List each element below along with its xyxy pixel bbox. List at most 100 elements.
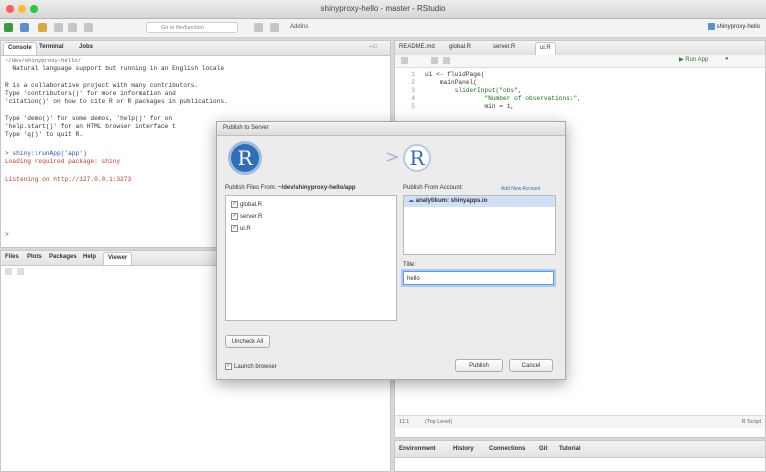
line-number: 5 [411, 103, 415, 110]
account-item[interactable]: ☁ analytikum: shinyapps.io [404, 196, 555, 207]
console-line: Type 'contributors()' for more informati… [5, 90, 176, 97]
code-line: ui <- fluidPage( [425, 71, 485, 78]
title-label: Title: [403, 262, 416, 268]
back-icon[interactable] [401, 57, 408, 64]
tab-console[interactable]: Console [3, 42, 37, 55]
tab-server-r[interactable]: server.R [493, 44, 515, 50]
checkbox-icon[interactable]: ✓ [231, 213, 238, 220]
tab-help[interactable]: Help [83, 254, 96, 260]
tab-connections[interactable]: Connections [489, 446, 525, 452]
project-menu[interactable]: shinyproxy-hello [707, 23, 760, 31]
file-item-ui[interactable]: ✓ ui.R [231, 225, 251, 232]
uncheck-all-button[interactable]: Uncheck All [225, 335, 270, 348]
run-app-label: Run App [685, 57, 709, 63]
tab-jobs[interactable]: Jobs [79, 44, 93, 50]
file-type[interactable]: R Script [741, 416, 761, 428]
console-prompt[interactable]: > [5, 231, 9, 238]
launch-browser-option[interactable]: ✓ Launch browser [225, 363, 277, 370]
tab-ui-r[interactable]: ui.R [535, 42, 556, 55]
file-item-server[interactable]: ✓ server.R [231, 213, 262, 220]
save-all-icon[interactable] [68, 23, 77, 32]
save-icon[interactable] [54, 23, 63, 32]
scope-indicator[interactable]: (Top Level) [425, 416, 452, 428]
console-path: ~/dev/shinyproxy-hello/ [5, 57, 81, 64]
save-file-icon[interactable] [431, 57, 438, 64]
console-command: > shiny::runApp('app') [5, 150, 87, 157]
addins-menu[interactable]: Addins [290, 23, 308, 32]
console-line: 'help.start()' for an HTML browser inter… [5, 123, 176, 130]
editor-statusbar: 11:1 (Top Level) R Script [395, 415, 765, 428]
environment-tabbar: Environment History Connections Git Tuto… [395, 441, 765, 458]
tab-files[interactable]: Files [5, 254, 19, 260]
git-icon[interactable] [254, 23, 263, 32]
title-bar: shinyproxy-hello - master - RStudio [0, 0, 766, 19]
console-listening: Listening on http://127.0.0.1:3273 [5, 176, 132, 183]
find-icon[interactable] [443, 57, 450, 64]
dialog-title: Publish to Server [217, 122, 565, 136]
cancel-button[interactable]: Cancel [509, 359, 553, 372]
grid-icon[interactable] [270, 23, 279, 32]
tab-readme[interactable]: README.md [399, 44, 435, 50]
tab-viewer[interactable]: Viewer [103, 252, 133, 265]
console-line: Natural language support but running in … [5, 65, 225, 72]
tab-plots[interactable]: Plots [27, 254, 42, 260]
publish-icon[interactable]: ● [725, 56, 729, 62]
server-r-logo-icon: R [403, 144, 431, 172]
publish-dialog: Publish to Server R R Publish Files From… [216, 121, 566, 380]
launch-browser-label: Launch browser [234, 364, 277, 371]
files-from-label: Publish Files From: [225, 185, 277, 191]
viewer-broom-icon[interactable] [17, 268, 24, 275]
code-line: min = 1, [425, 103, 515, 110]
tab-terminal[interactable]: Terminal [39, 44, 64, 50]
console-loading: Loading required package: shiny [5, 158, 121, 165]
maximize-pane-icon[interactable]: ─□ [369, 44, 377, 50]
file-item-global[interactable]: ✓ global.R [231, 201, 262, 208]
new-file-icon[interactable] [4, 23, 13, 32]
files-path: ~/dev/shinyproxy-hello/app [278, 185, 356, 191]
r-logo-icon: R [231, 144, 259, 172]
new-project-icon[interactable] [20, 23, 29, 32]
console-line: Type 'demo()' for some demos, 'help()' f… [5, 115, 173, 122]
window-title: shinyproxy-hello - master - RStudio [320, 4, 446, 13]
checkbox-icon[interactable]: ✓ [231, 225, 238, 232]
code-line: mainPanel( [425, 79, 477, 86]
account-label: Publish From Account: [403, 185, 464, 191]
title-input[interactable]: hello [403, 271, 554, 285]
run-app-button[interactable]: ▶ Run App [679, 56, 708, 63]
environment-pane: Environment History Connections Git Tuto… [394, 440, 766, 472]
account-list: ☁ analytikum: shinyapps.io [403, 195, 556, 255]
editor-toolbar: ▶ Run App ● [395, 55, 765, 68]
tab-packages[interactable]: Packages [49, 254, 77, 260]
tab-history[interactable]: History [453, 446, 474, 452]
console-line: R is a collaborative project with many c… [5, 82, 199, 89]
file-name: global.R [240, 202, 263, 209]
checkbox-icon[interactable]: ✓ [231, 201, 238, 208]
project-label: shinyproxy-hello [716, 24, 760, 31]
code-line: sliderInput("obs", [425, 87, 522, 94]
tab-environment[interactable]: Environment [399, 446, 436, 452]
main-toolbar: Go to file/function Addins shinyproxy-he… [0, 19, 766, 38]
cloud-icon: ☁ [408, 198, 416, 204]
checkbox-icon[interactable]: ✓ [225, 363, 232, 370]
editor-tabbar: README.md global.R server.R ui.R [395, 41, 765, 56]
file-name: server.R [240, 214, 263, 221]
publish-button[interactable]: Publish [455, 359, 503, 372]
console-line: Type 'q()' to quit R. [5, 131, 83, 138]
viewer-toolbar-icon[interactable] [5, 268, 12, 275]
line-number: 2 [411, 79, 415, 86]
tab-global-r[interactable]: global.R [449, 44, 471, 50]
goto-file-input[interactable]: Go to file/function [146, 22, 238, 33]
line-number: 4 [411, 95, 415, 102]
add-account-link[interactable]: Add New Account [501, 186, 540, 192]
file-list: ✓ global.R ✓ server.R ✓ ui.R [225, 195, 397, 321]
print-icon[interactable] [84, 23, 93, 32]
tab-tutorial[interactable]: Tutorial [559, 446, 581, 452]
tab-git[interactable]: Git [539, 446, 547, 452]
open-file-icon[interactable] [38, 23, 47, 32]
line-number: 1 [411, 71, 415, 78]
project-icon [707, 23, 715, 30]
publish-files-label: Publish Files From: ~/dev/shinyproxy-hel… [225, 185, 356, 191]
account-name: analytikum: shinyapps.io [415, 198, 488, 204]
arrow-icon [263, 152, 400, 162]
code-line: "Number of observations:", [425, 95, 581, 102]
